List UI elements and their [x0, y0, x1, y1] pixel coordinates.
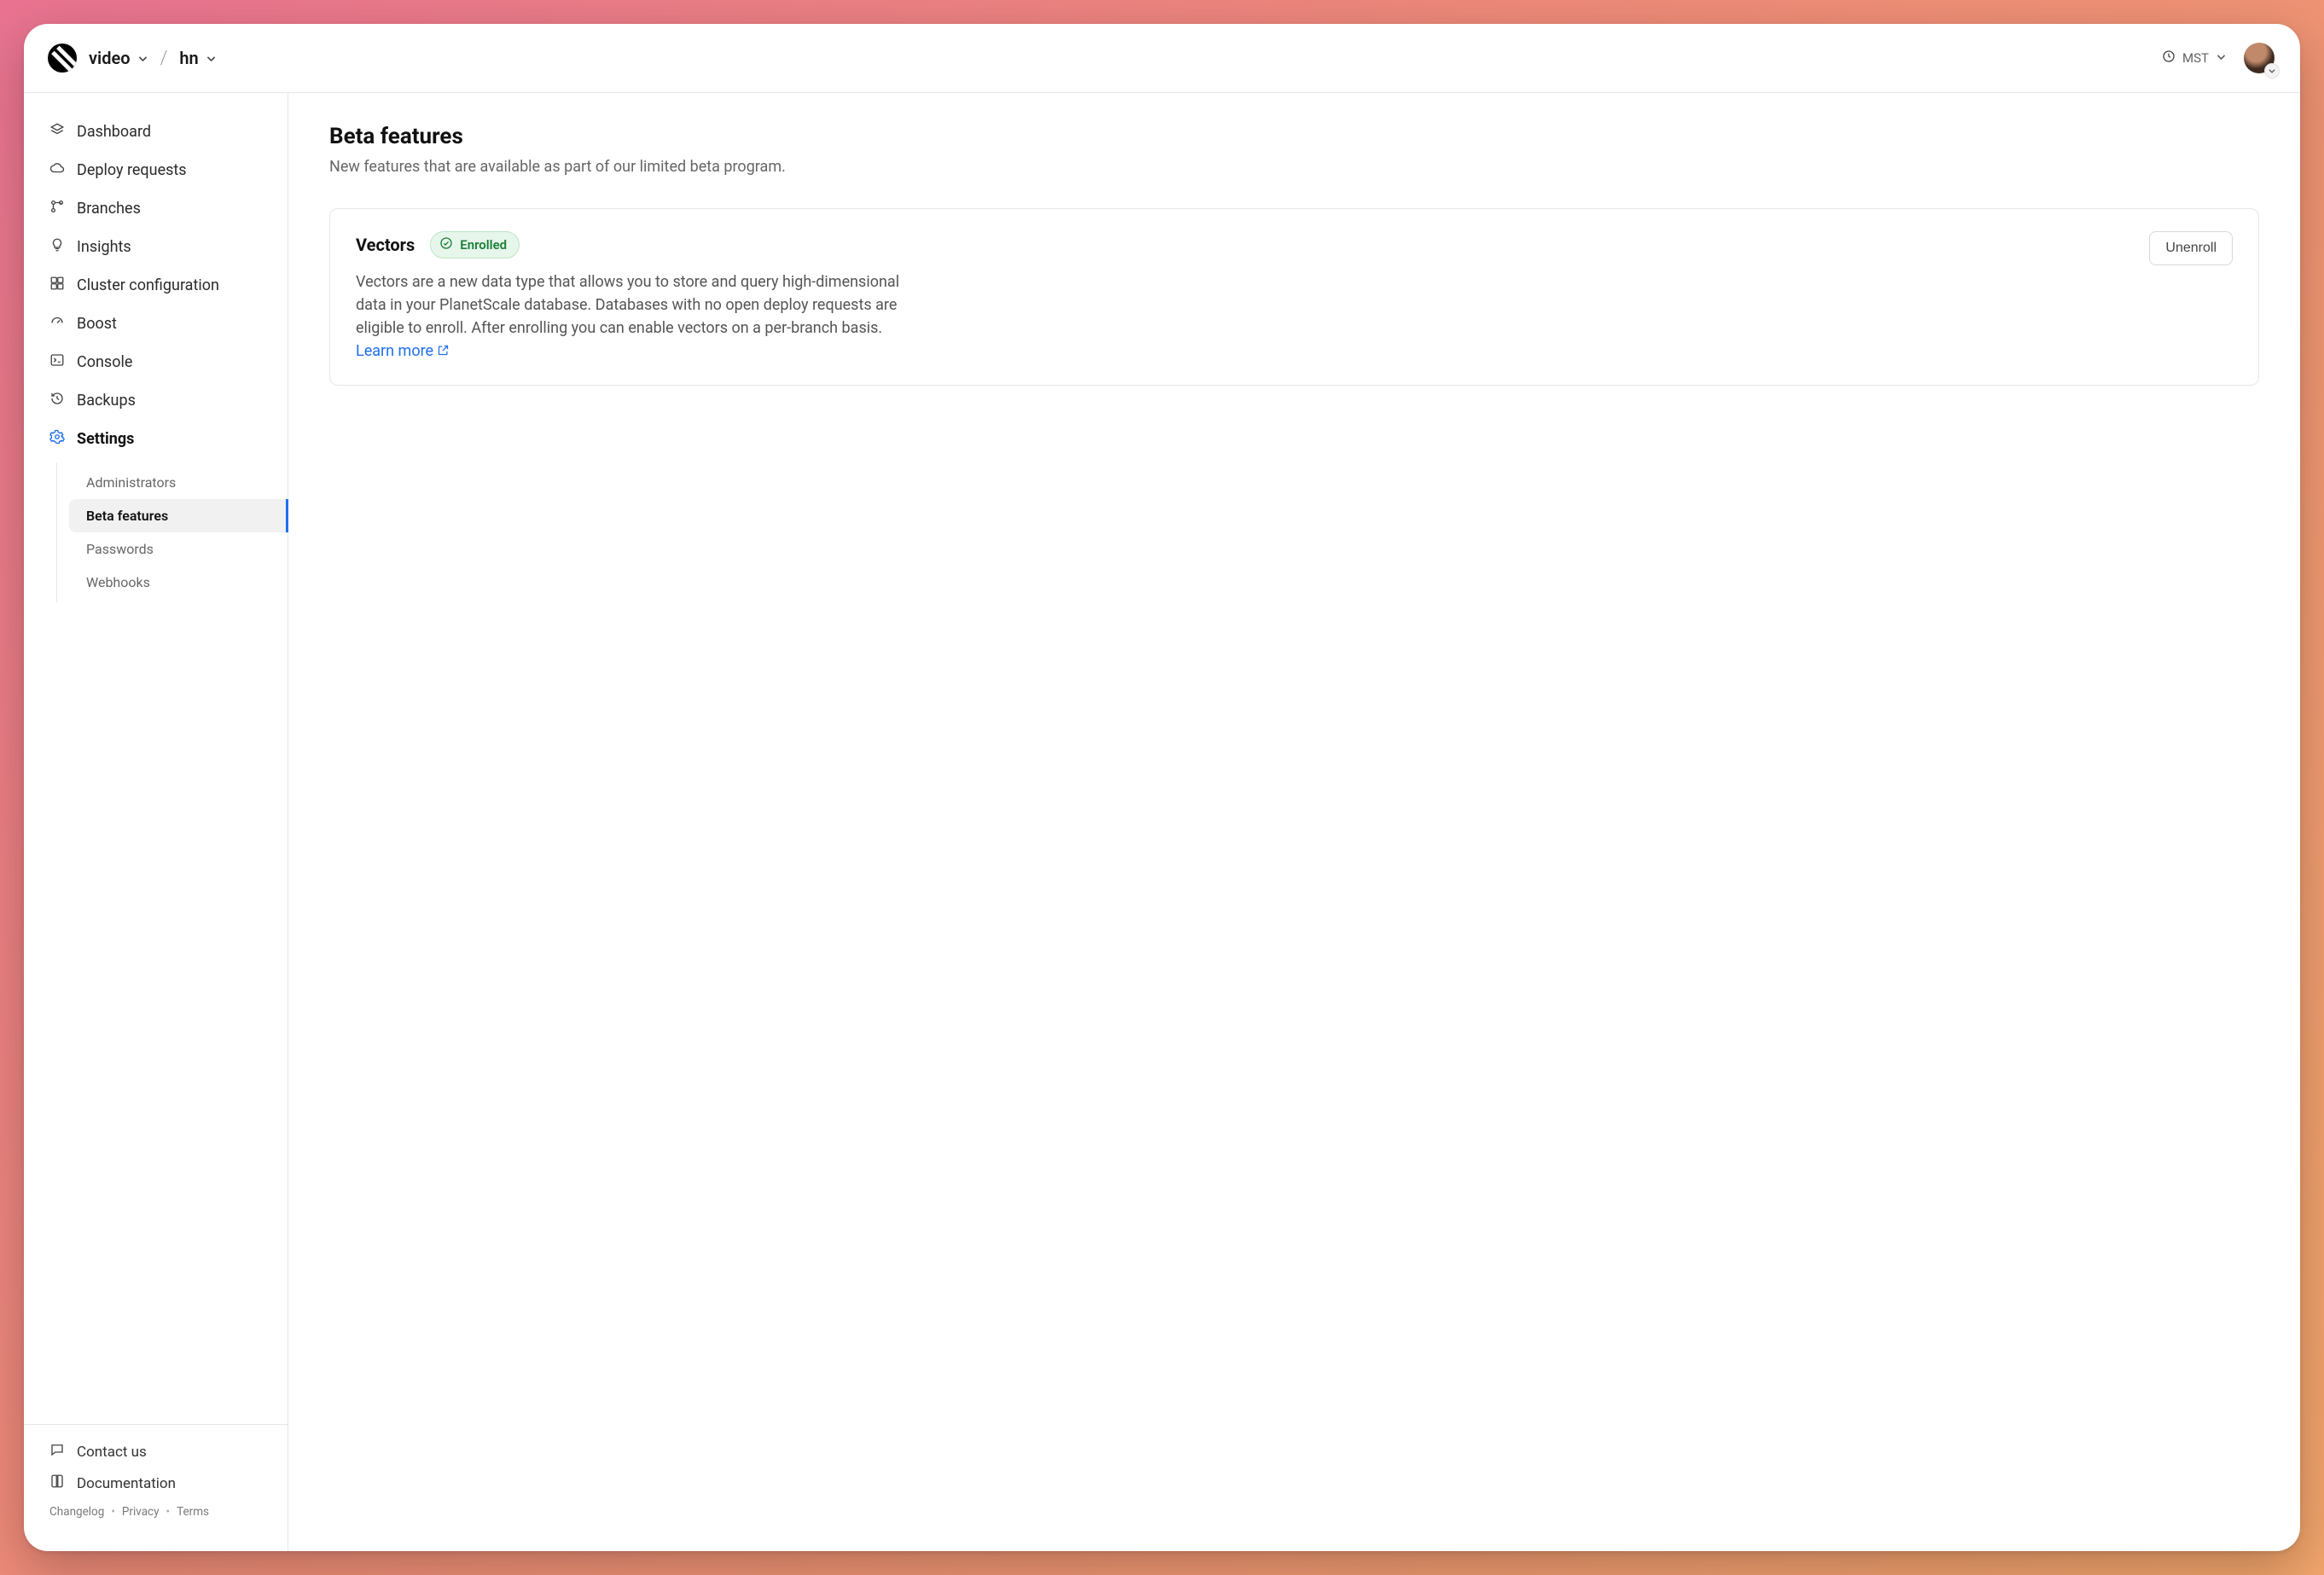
clock-icon [2162, 49, 2176, 67]
sidebar-item-deploy-requests[interactable]: Deploy requests [24, 152, 288, 189]
branch-icon [49, 199, 65, 218]
documentation-label: Documentation [77, 1475, 176, 1492]
page-title: Beta features [329, 124, 2259, 149]
sidebar-item-label: Deploy requests [77, 161, 187, 179]
subnav-item-administrators[interactable]: Administrators [69, 466, 288, 499]
gear-icon [49, 429, 65, 449]
sidebar-item-dashboard[interactable]: Dashboard [24, 113, 288, 150]
cluster-icon [49, 276, 65, 295]
org-name: video [89, 48, 131, 68]
breadcrumbs: video / hn [48, 44, 217, 73]
enrolled-badge: Enrolled [430, 231, 520, 259]
sidebar-item-label: Settings [77, 430, 134, 448]
subnav-item-label: Passwords [86, 541, 154, 557]
subnav-item-label: Administrators [86, 474, 176, 491]
sidebar-footer: Contact us Documentation Changelog • Pri… [24, 1424, 288, 1534]
unenroll-button[interactable]: Unenroll [2149, 231, 2233, 265]
privacy-link[interactable]: Privacy [122, 1505, 160, 1519]
sidebar-item-label: Cluster configuration [77, 276, 219, 294]
separator-dot: • [166, 1505, 171, 1519]
breadcrumb-separator: / [160, 48, 168, 69]
feature-card-vectors: Vectors Enrolled Vectors are a new data … [329, 208, 2259, 386]
brand-logo[interactable] [48, 44, 77, 73]
terms-link[interactable]: Terms [177, 1505, 209, 1519]
sidebar-item-cluster-config[interactable]: Cluster configuration [24, 267, 288, 304]
primary-nav: Dashboard Deploy requests [24, 113, 288, 457]
chevron-down-icon [206, 48, 217, 68]
enrolled-badge-label: Enrolled [460, 237, 507, 253]
contact-us-link[interactable]: Contact us [49, 1442, 262, 1462]
chevron-down-icon [137, 48, 148, 68]
sidebar-item-backups[interactable]: Backups [24, 382, 288, 419]
database-switcher[interactable]: hn [179, 48, 216, 68]
subnav-item-label: Beta features [86, 508, 168, 524]
sidebar-item-branches[interactable]: Branches [24, 190, 288, 227]
history-icon [49, 391, 65, 410]
book-icon [49, 1473, 65, 1493]
chevron-down-icon [2216, 50, 2227, 66]
feature-title: Vectors [356, 235, 415, 255]
sidebar-item-settings[interactable]: Settings [24, 421, 288, 457]
chat-icon [49, 1442, 65, 1462]
body: Dashboard Deploy requests [24, 93, 2300, 1551]
check-circle-icon [439, 236, 453, 253]
legal-links: Changelog • Privacy • Terms [49, 1505, 262, 1519]
subnav-item-webhooks[interactable]: Webhooks [69, 566, 288, 599]
sidebar-item-label: Branches [77, 200, 141, 218]
database-name: hn [179, 48, 198, 68]
subnav-item-passwords[interactable]: Passwords [69, 532, 288, 566]
subnav-item-beta-features[interactable]: Beta features [69, 499, 288, 532]
lightbulb-icon [49, 237, 65, 257]
feature-description: Vectors are a new data type that allows … [356, 270, 902, 363]
sidebar-item-label: Backups [77, 392, 136, 410]
sidebar: Dashboard Deploy requests [24, 93, 288, 1551]
chevron-down-icon [2264, 63, 2280, 78]
sidebar-item-label: Boost [77, 315, 117, 333]
timezone-switcher[interactable]: MST [2162, 49, 2227, 67]
subnav-item-label: Webhooks [86, 574, 150, 590]
sidebar-item-label: Insights [77, 238, 131, 256]
settings-subnav: Administrators Beta features Passwords W… [56, 462, 288, 602]
sidebar-item-label: Console [77, 353, 132, 371]
sidebar-item-label: Dashboard [77, 123, 151, 141]
changelog-link[interactable]: Changelog [49, 1505, 104, 1519]
org-switcher[interactable]: video [89, 48, 148, 68]
main-content: Beta features New features that are avai… [288, 93, 2300, 1551]
header-right: MST [2162, 43, 2275, 73]
layers-icon [49, 122, 65, 142]
external-link-icon [433, 342, 450, 360]
header: video / hn MST [24, 24, 2300, 93]
cloud-icon [49, 160, 65, 180]
terminal-icon [49, 352, 65, 372]
contact-us-label: Contact us [77, 1444, 147, 1461]
feature-description-text: Vectors are a new data type that allows … [356, 273, 899, 337]
learn-more-link[interactable]: Learn more [356, 342, 450, 360]
page-subtitle: New features that are available as part … [329, 158, 2259, 176]
sidebar-item-console[interactable]: Console [24, 344, 288, 381]
app-window: video / hn MST [24, 24, 2300, 1551]
sidebar-item-insights[interactable]: Insights [24, 229, 288, 265]
timezone-label: MST [2182, 50, 2209, 66]
sidebar-item-boost[interactable]: Boost [24, 305, 288, 342]
documentation-link[interactable]: Documentation [49, 1473, 262, 1493]
separator-dot: • [111, 1505, 115, 1519]
user-menu[interactable] [2244, 43, 2275, 73]
gauge-icon [49, 314, 65, 334]
